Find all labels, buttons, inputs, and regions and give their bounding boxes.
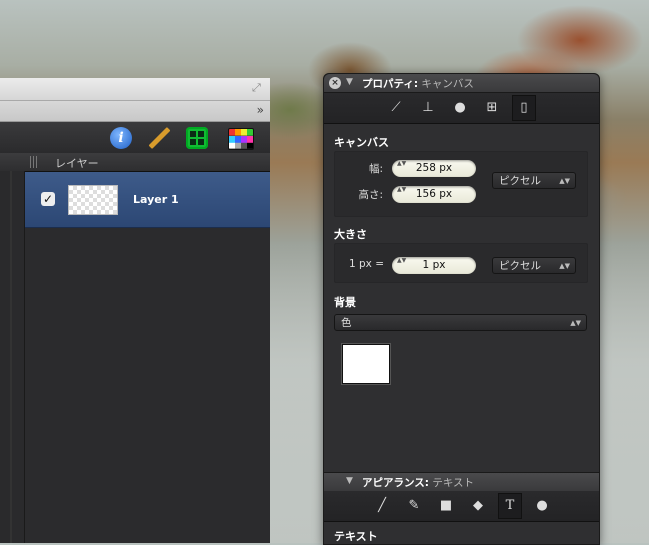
canvas-box: 幅: ▲▼ 258 px 高さ: ▲▼ 156 px ピクセル ▲▼ xyxy=(334,151,588,217)
appearance-title-bold: アピアランス: xyxy=(362,477,429,489)
background-type-select[interactable]: 色 ▲▼ xyxy=(334,314,587,331)
disclosure-triangle-icon[interactable]: ▼ xyxy=(346,476,353,486)
grid-icon[interactable] xyxy=(186,127,208,149)
layers-header-title: レイヤー xyxy=(55,157,99,170)
appearance-title: アピアランス: テキスト xyxy=(362,475,474,490)
height-label: 高さ: xyxy=(358,189,383,201)
layer-thumbnail xyxy=(68,185,118,215)
line-icon[interactable]: ╱ xyxy=(374,498,390,514)
size-unit-select[interactable]: ピクセル ▲▼ xyxy=(492,257,576,274)
fullscreen-icon[interactable]: ⤢ xyxy=(252,82,264,94)
text-icon[interactable]: T xyxy=(498,493,522,519)
background-color-well[interactable] xyxy=(342,344,390,384)
grid-icon[interactable]: ⊞ xyxy=(484,100,500,116)
height-stepper[interactable]: ▲▼ 156 px xyxy=(392,186,476,203)
select-caret-icon: ▲▼ xyxy=(559,262,570,270)
canvas-section-title: キャンバス xyxy=(334,136,389,149)
size-box: 1 px = ▲▼ 1 px ピクセル ▲▼ xyxy=(334,243,588,283)
stepper-arrows-icon[interactable]: ▲▼ xyxy=(397,160,406,168)
transform-icon[interactable]: ⊥ xyxy=(420,100,436,116)
disclosure-triangle-icon[interactable]: ▼ xyxy=(346,77,353,87)
stepper-arrows-icon[interactable]: ▲▼ xyxy=(397,257,406,265)
width-value: 258 px xyxy=(415,162,453,174)
size-section-title: 大きさ xyxy=(334,228,367,241)
layer-row[interactable]: ✓ Layer 1 xyxy=(25,172,270,228)
properties-title-sub: キャンバス xyxy=(421,78,474,90)
document-icon[interactable]: ▯ xyxy=(512,95,536,121)
ruler-icon[interactable] xyxy=(148,127,170,149)
scale-stepper[interactable]: ▲▼ 1 px xyxy=(392,257,476,274)
color-palette-icon[interactable] xyxy=(228,128,254,150)
width-stepper[interactable]: ▲▼ 258 px xyxy=(392,160,476,177)
fill-icon[interactable]: ■ xyxy=(438,498,454,514)
canvas-unit-value: ピクセル xyxy=(499,175,541,187)
properties-panel: × ▼ プロパティ: キャンバス ⟋ ⊥ ● ⊞ ▯ キャンバス 幅: ▲▼ 2… xyxy=(323,73,600,545)
background-section-title: 背景 xyxy=(334,296,356,309)
layer-visibility-checkbox[interactable]: ✓ xyxy=(41,192,55,206)
brush-icon[interactable]: ✎ xyxy=(406,498,422,514)
toolbar-overflow-icon[interactable]: » xyxy=(257,103,264,117)
layers-side-strip xyxy=(0,171,25,543)
eraser-icon[interactable]: ◆ xyxy=(470,498,486,514)
height-value: 156 px xyxy=(415,188,453,200)
layers-header: レイヤー xyxy=(0,153,270,172)
scale-value: 1 px xyxy=(422,259,446,271)
main-window: ⤢ » i レイヤー ✓ Layer 1 xyxy=(0,78,270,543)
shape-icon[interactable]: ● xyxy=(452,100,468,116)
properties-title: プロパティ: キャンバス xyxy=(362,76,474,91)
select-caret-icon: ▲▼ xyxy=(559,177,570,185)
info-icon[interactable]: i xyxy=(110,127,132,149)
scale-label: 1 px = xyxy=(348,258,384,270)
toolbar: i xyxy=(0,122,270,155)
drag-handle-icon[interactable] xyxy=(30,156,38,168)
layer-name: Layer 1 xyxy=(133,193,179,206)
shadow-icon[interactable]: ● xyxy=(534,498,550,514)
appearance-title-sub: テキスト xyxy=(432,477,475,489)
size-unit-value: ピクセル xyxy=(499,260,541,272)
stepper-arrows-icon[interactable]: ▲▼ xyxy=(397,186,406,194)
properties-title-bold: プロパティ: xyxy=(362,78,419,90)
toolbar-top: » xyxy=(0,101,270,122)
appearance-tabbar: ╱ ✎ ■ ◆ T ● xyxy=(324,491,599,522)
ruler-icon[interactable]: ⟋ xyxy=(388,100,404,116)
window-titlebar[interactable]: ⤢ xyxy=(0,78,270,101)
properties-titlebar[interactable]: × ▼ プロパティ: キャンバス xyxy=(324,74,599,93)
close-icon[interactable]: × xyxy=(329,77,341,89)
text-section-title: テキスト xyxy=(334,530,378,543)
width-label: 幅: xyxy=(368,163,383,175)
select-caret-icon: ▲▼ xyxy=(570,319,581,327)
properties-tabbar: ⟋ ⊥ ● ⊞ ▯ xyxy=(324,93,599,124)
appearance-titlebar[interactable]: ▼ アピアランス: テキスト xyxy=(324,472,599,492)
background-type-value: 色 xyxy=(341,317,352,329)
canvas-unit-select[interactable]: ピクセル ▲▼ xyxy=(492,172,576,189)
